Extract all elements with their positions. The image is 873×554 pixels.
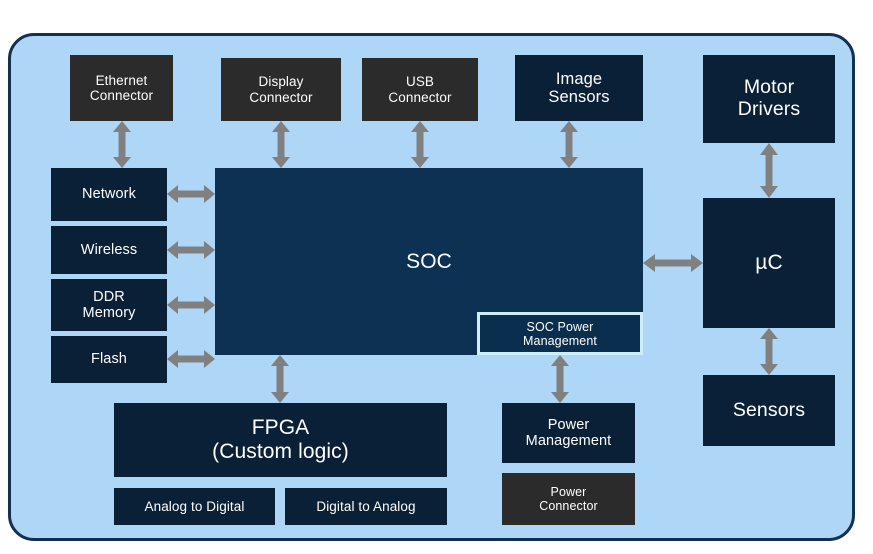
arrow-soc-to-microcontroller: [643, 253, 703, 273]
block-network[interactable]: Network: [51, 168, 167, 221]
block-display-connector[interactable]: Display Connector: [221, 58, 341, 121]
block-flash[interactable]: Flash: [51, 336, 167, 383]
block-power-connector[interactable]: Power Connector: [502, 473, 635, 525]
block-microcontroller[interactable]: µC: [703, 198, 835, 328]
arrow-display-to-soc: [271, 121, 291, 168]
arrow-motor-drivers-to-microcontroller: [759, 143, 779, 198]
block-digital-to-analog[interactable]: Digital to Analog: [285, 488, 447, 525]
block-image-sensors[interactable]: Image Sensors: [515, 55, 643, 121]
block-ddr-memory[interactable]: DDR Memory: [51, 279, 167, 331]
arrow-usb-to-soc: [410, 121, 430, 168]
block-ethernet-connector[interactable]: Ethernet Connector: [70, 55, 173, 121]
block-wireless[interactable]: Wireless: [51, 226, 167, 274]
arrow-ethernet-to-network: [112, 121, 132, 168]
block-soc-label: SOC: [406, 249, 452, 273]
arrow-ddr-memory-to-soc: [167, 295, 215, 315]
arrow-image-sensors-to-soc: [559, 121, 579, 168]
block-diagram-canvas: Ethernet Connector Display Connector USB…: [0, 0, 873, 554]
block-usb-connector[interactable]: USB Connector: [362, 58, 478, 121]
block-power-management[interactable]: Power Management: [502, 403, 635, 463]
block-fpga[interactable]: FPGA (Custom logic): [114, 403, 447, 477]
arrow-microcontroller-to-sensors: [759, 328, 779, 375]
arrow-soc-to-fpga: [270, 355, 290, 403]
arrow-soc-power-to-power-management: [550, 355, 570, 403]
block-soc-power-management[interactable]: SOC Power Management: [477, 312, 643, 355]
system-board-container: Ethernet Connector Display Connector USB…: [8, 33, 855, 541]
arrow-network-to-soc: [167, 184, 215, 204]
block-analog-to-digital[interactable]: Analog to Digital: [114, 488, 275, 525]
block-motor-drivers[interactable]: Motor Drivers: [703, 55, 835, 143]
block-sensors[interactable]: Sensors: [703, 375, 835, 446]
arrow-wireless-to-soc: [167, 240, 215, 260]
arrow-flash-to-soc: [167, 349, 215, 369]
